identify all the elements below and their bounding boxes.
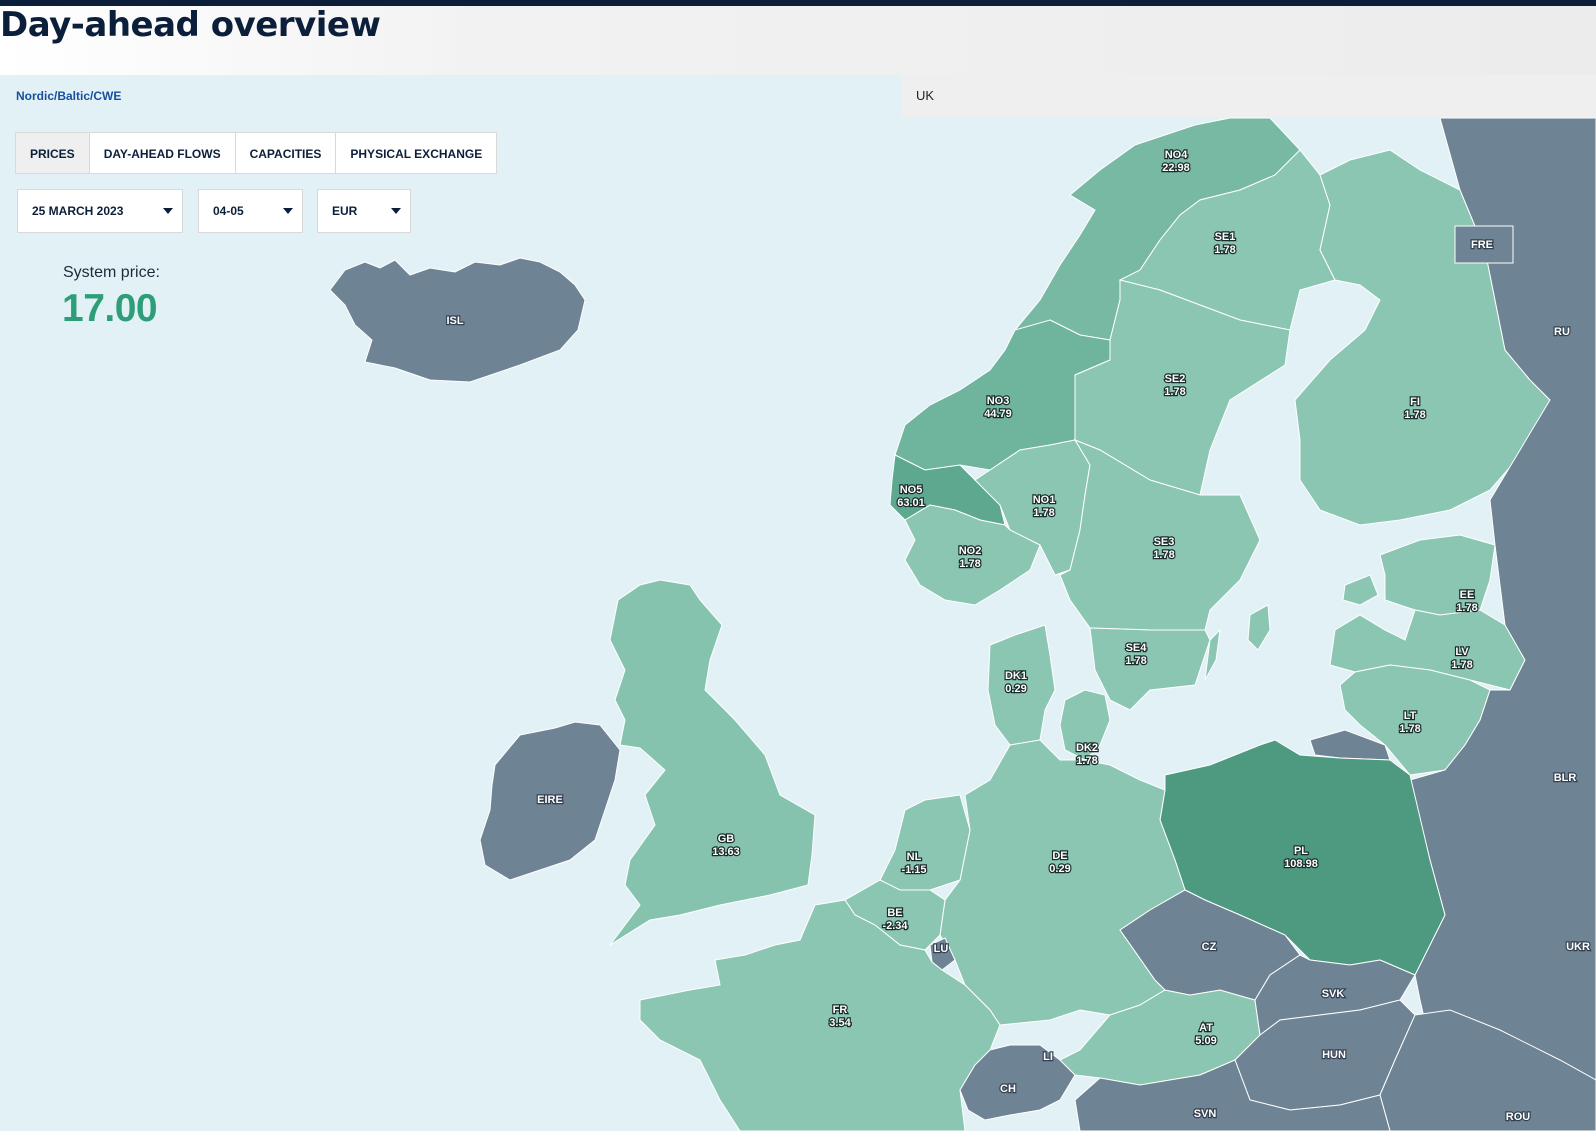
- chevron-down-icon: [391, 208, 401, 214]
- area-saaremaa: [1342, 574, 1379, 606]
- system-price-label: System price:: [63, 264, 160, 281]
- area-nl[interactable]: [879, 794, 971, 891]
- area-de[interactable]: [939, 739, 1186, 1026]
- page-title: Day-ahead overview: [0, 5, 381, 45]
- area-tab-uk[interactable]: UK: [902, 75, 1596, 117]
- area-isl[interactable]: [329, 257, 586, 383]
- tab-day-ahead-flows[interactable]: DAY-AHEAD FLOWS: [88, 132, 236, 174]
- currency-select-value: EUR: [332, 204, 358, 218]
- area-dk2[interactable]: [1059, 689, 1111, 761]
- tab-capacities[interactable]: CAPACITIES: [234, 132, 337, 174]
- chevron-down-icon: [283, 208, 293, 214]
- area-ee[interactable]: [1379, 534, 1496, 616]
- area-tab-nordic[interactable]: Nordic/Baltic/CWE: [0, 75, 902, 117]
- hour-select-value: 04-05: [213, 204, 244, 218]
- date-select[interactable]: 25 MARCH 2023: [17, 189, 183, 233]
- view-tabs: PRICES DAY-AHEAD FLOWS CAPACITIES PHYSIC…: [15, 132, 498, 174]
- area-eire[interactable]: [479, 721, 621, 881]
- page-header: Day-ahead overview: [0, 6, 1596, 75]
- area-gb[interactable]: [609, 579, 816, 946]
- area-gotland: [1247, 604, 1271, 651]
- currency-select[interactable]: EUR: [317, 189, 411, 233]
- map-svg: [329, 117, 1596, 1131]
- hour-select[interactable]: 04-05: [198, 189, 303, 233]
- chevron-down-icon: [163, 208, 173, 214]
- area-dk1[interactable]: [987, 624, 1056, 746]
- price-map: NO4 22.98 SE1 1.78 SE2 1.78 FI 1.78 NO3 44.79 NO5 6…: [0, 75, 1596, 1131]
- tab-prices[interactable]: PRICES: [15, 132, 90, 174]
- area-se4[interactable]: [1089, 627, 1211, 711]
- tab-physical-exchange[interactable]: PHYSICAL EXCHANGE: [335, 132, 498, 174]
- system-price-value: 17.00: [62, 287, 158, 330]
- date-select-value: 25 MARCH 2023: [32, 204, 124, 218]
- area-fre-box[interactable]: [1454, 225, 1514, 264]
